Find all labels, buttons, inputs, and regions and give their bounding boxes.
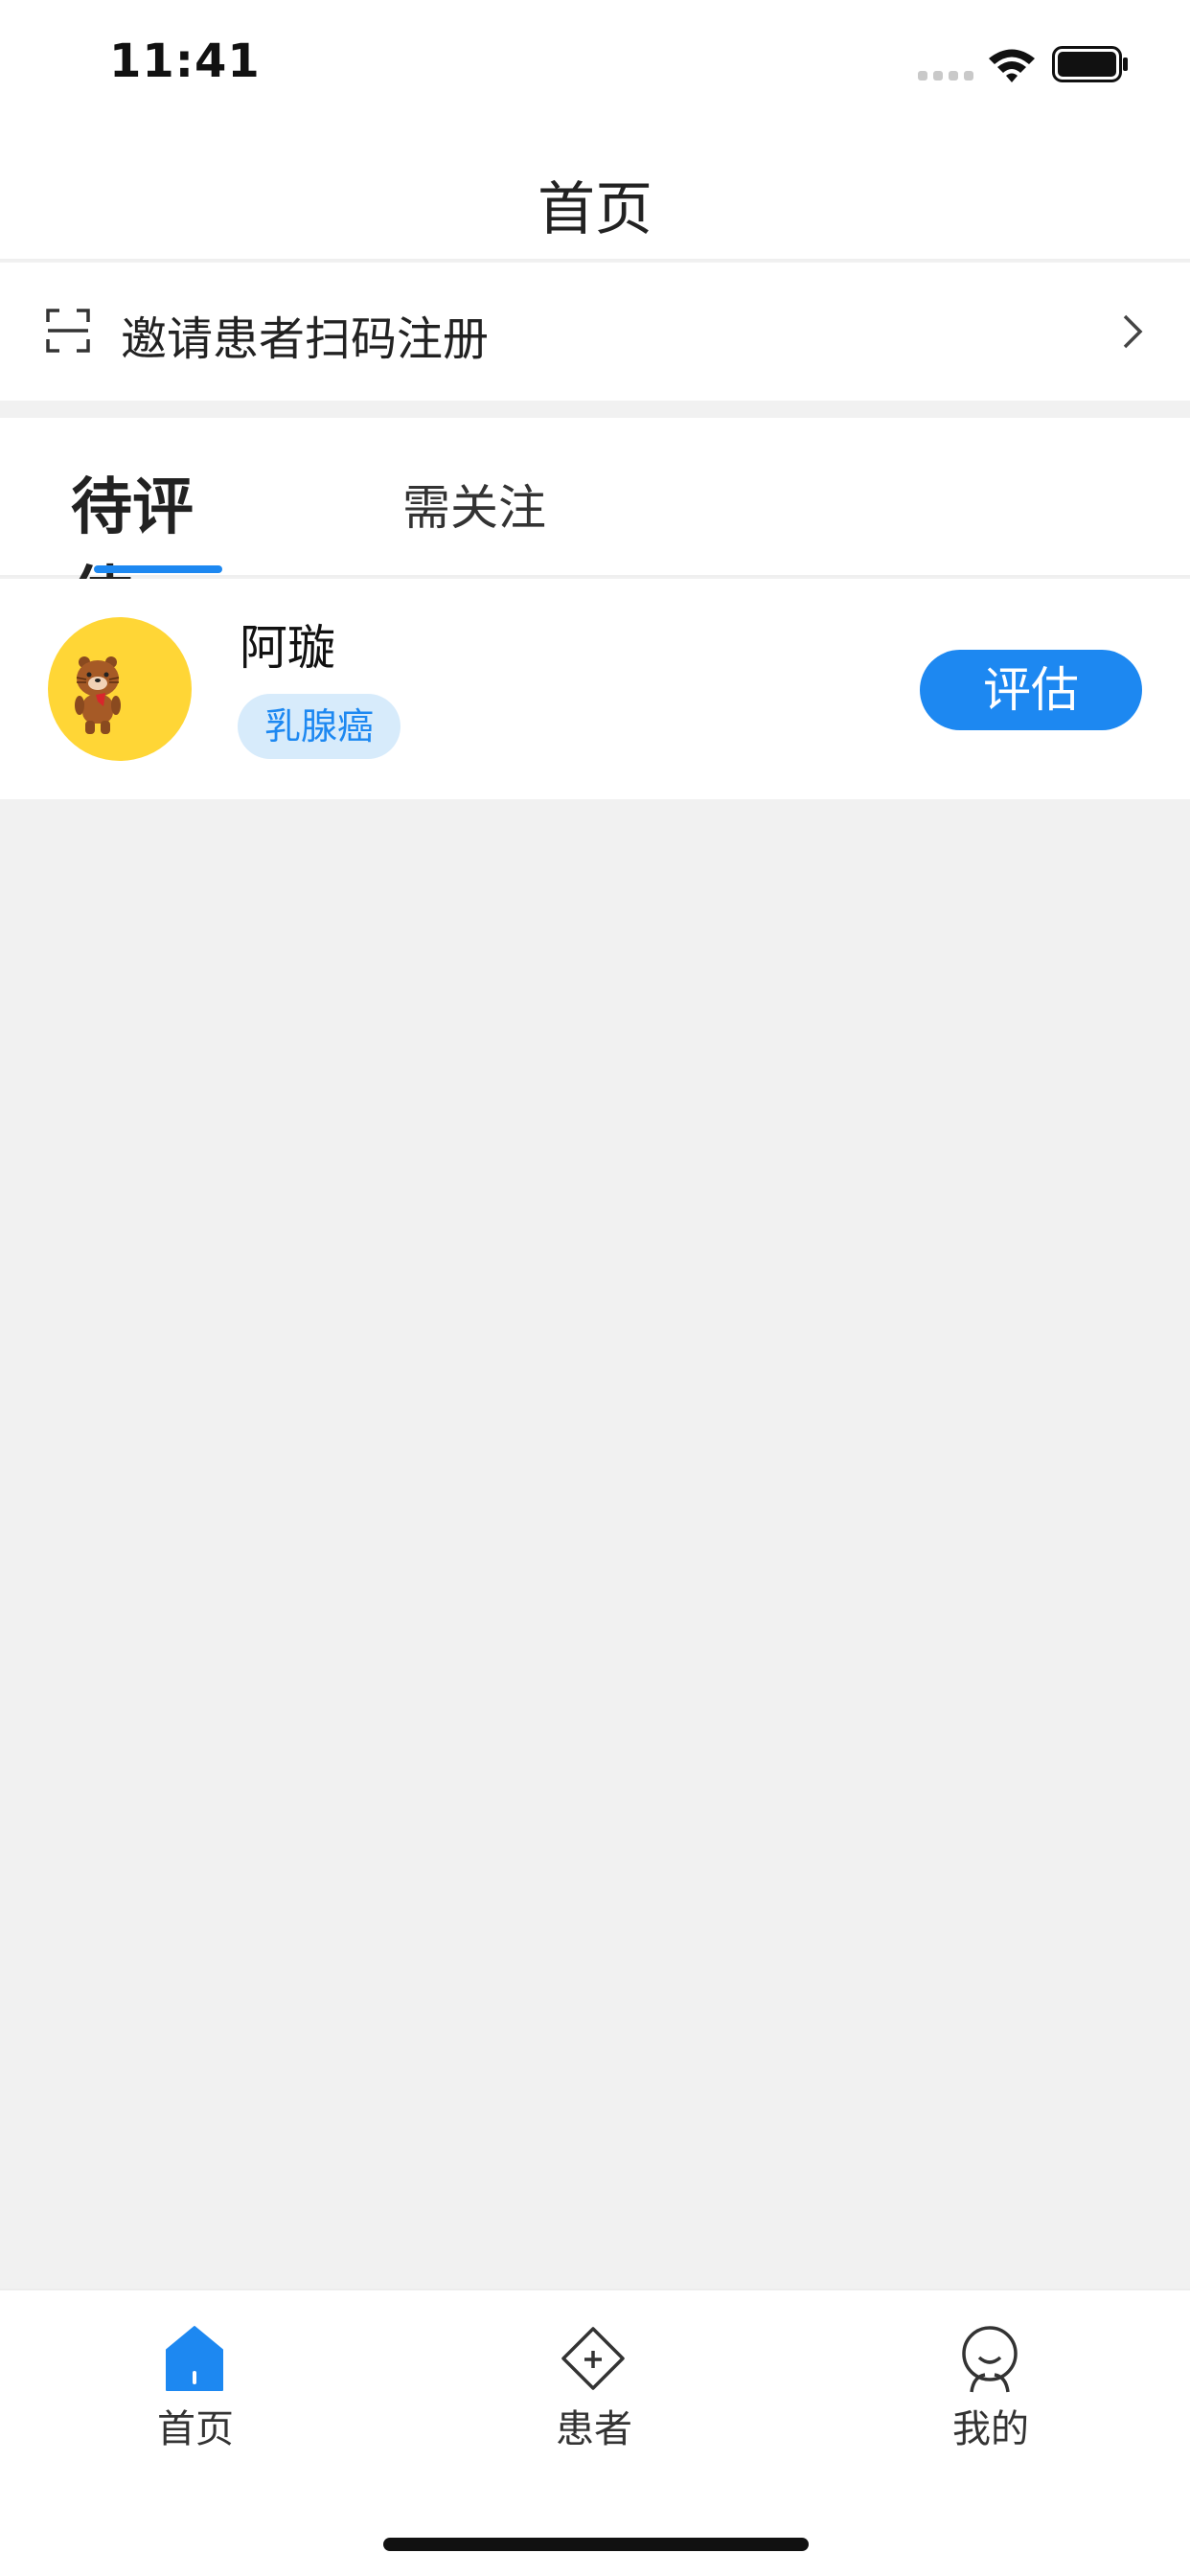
navigation-bar: 首页 xyxy=(0,130,1190,261)
chevron-right-icon xyxy=(1123,314,1143,349)
status-time: 11:41 xyxy=(109,34,261,88)
patient-diamond-icon xyxy=(561,2327,625,2390)
profile-icon xyxy=(962,2326,1018,2393)
patient-name: 阿璇 xyxy=(240,620,335,676)
tab-bar-item-mine[interactable]: 我的 xyxy=(895,2319,1087,2463)
home-indicator xyxy=(383,2538,809,2551)
avatar xyxy=(48,617,192,761)
tab-bar-label: 首页 xyxy=(157,2407,234,2451)
bottom-tab-bar: 首页 患者 我的 xyxy=(0,2288,1190,2576)
page-title: 首页 xyxy=(538,176,652,243)
invite-label: 邀请患者扫码注册 xyxy=(121,312,490,366)
disease-tag: 乳腺癌 xyxy=(238,694,401,759)
home-screen: 11:41 首页 邀请患者扫码注册 待评估 xyxy=(0,0,1190,2576)
patient-list-item[interactable]: 阿璇 乳腺癌 评估 xyxy=(0,579,1190,799)
tab-bar-item-home[interactable]: 首页 xyxy=(100,2319,291,2463)
evaluate-button[interactable]: 评估 xyxy=(920,650,1142,730)
tab-bar-label: 患者 xyxy=(556,2407,632,2451)
wifi-icon xyxy=(989,49,1035,82)
tab-label: 需关注 xyxy=(402,480,546,536)
invite-scan-register-row[interactable]: 邀请患者扫码注册 xyxy=(0,263,1190,401)
battery-icon xyxy=(1052,46,1128,82)
home-icon xyxy=(166,2326,223,2391)
active-tab-indicator xyxy=(94,565,222,573)
cellular-signal-icon xyxy=(918,71,973,80)
tab-needs-attention[interactable]: 需关注 xyxy=(402,418,556,575)
bear-avatar-icon xyxy=(75,656,121,734)
segment-tabs: 待评估 需关注 xyxy=(0,418,1190,632)
tab-pending-evaluation[interactable]: 待评估 xyxy=(71,418,243,632)
tab-bar-label: 我的 xyxy=(952,2407,1029,2451)
scan-icon xyxy=(46,309,90,353)
status-bar: 11:41 xyxy=(0,0,1190,130)
tab-bar-item-patients[interactable]: 患者 xyxy=(498,2319,690,2463)
